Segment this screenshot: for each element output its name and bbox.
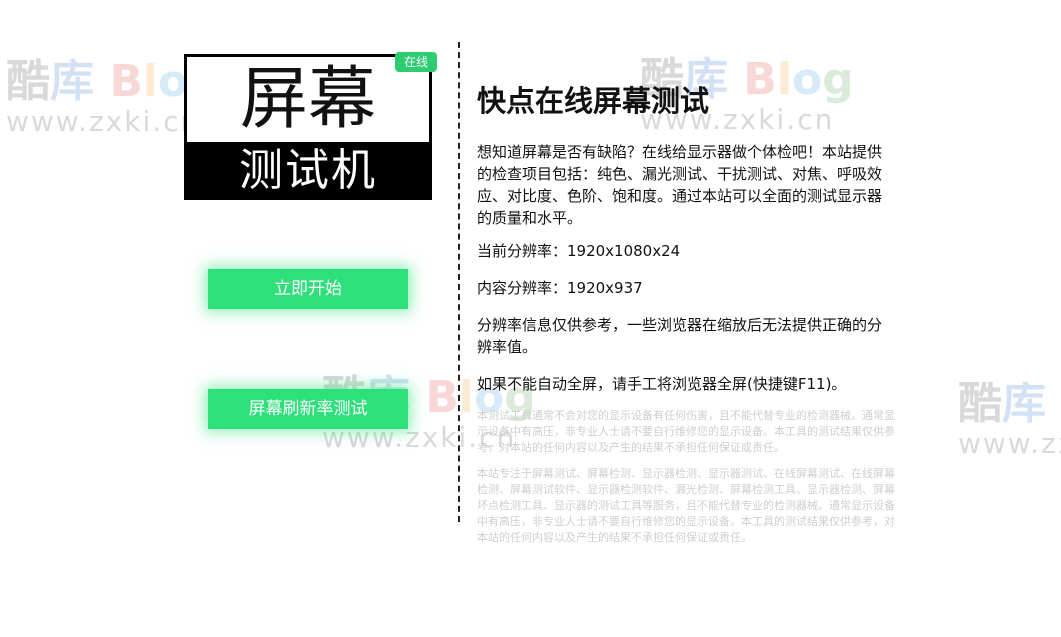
online-badge: 在线	[395, 52, 437, 72]
refresh-rate-test-button[interactable]: 屏幕刷新率测试	[208, 389, 408, 429]
keywords-text: 本站专注于屏幕测试、屏幕检测、显示器检测、显示器测试、在线屏幕测试、在线屏幕检测…	[477, 467, 895, 544]
disclaimer-text: 本测试工具通常不会对您的显示设备有任何伤害，且不能代替专业的检测器械。通常显示设…	[477, 409, 895, 454]
logo-bottom-text: 测试机	[239, 145, 377, 196]
watermark-url: www.zxki.cn	[958, 427, 1061, 458]
logo-top-text: 屏幕	[187, 57, 429, 142]
intro-text: 想知道屏幕是否有缺陷？在线给显示器做个体检吧！本站提供的检查项目包括：纯色、漏光…	[477, 143, 883, 227]
resolution-note: 分辨率信息仅供参考，一些浏览器在缩放后无法提供正确的分辨率值。	[477, 316, 883, 356]
site-logo[interactable]: 屏幕 测试机	[184, 54, 432, 200]
watermark-logo: 酷库	[958, 382, 1046, 429]
content-resolution: 内容分辨率：1920x937	[477, 279, 643, 297]
vertical-divider	[458, 42, 460, 522]
start-button[interactable]: 立即开始	[208, 269, 408, 309]
watermark-right: 酷库 www.zxki.cn	[958, 382, 1061, 458]
fullscreen-note: 如果不能自动全屏，请手工将浏览器全屏(快捷键F11)。	[477, 375, 847, 393]
page-title: 快点在线屏幕测试	[477, 84, 710, 118]
current-resolution: 当前分辨率：1920x1080x24	[477, 242, 681, 260]
